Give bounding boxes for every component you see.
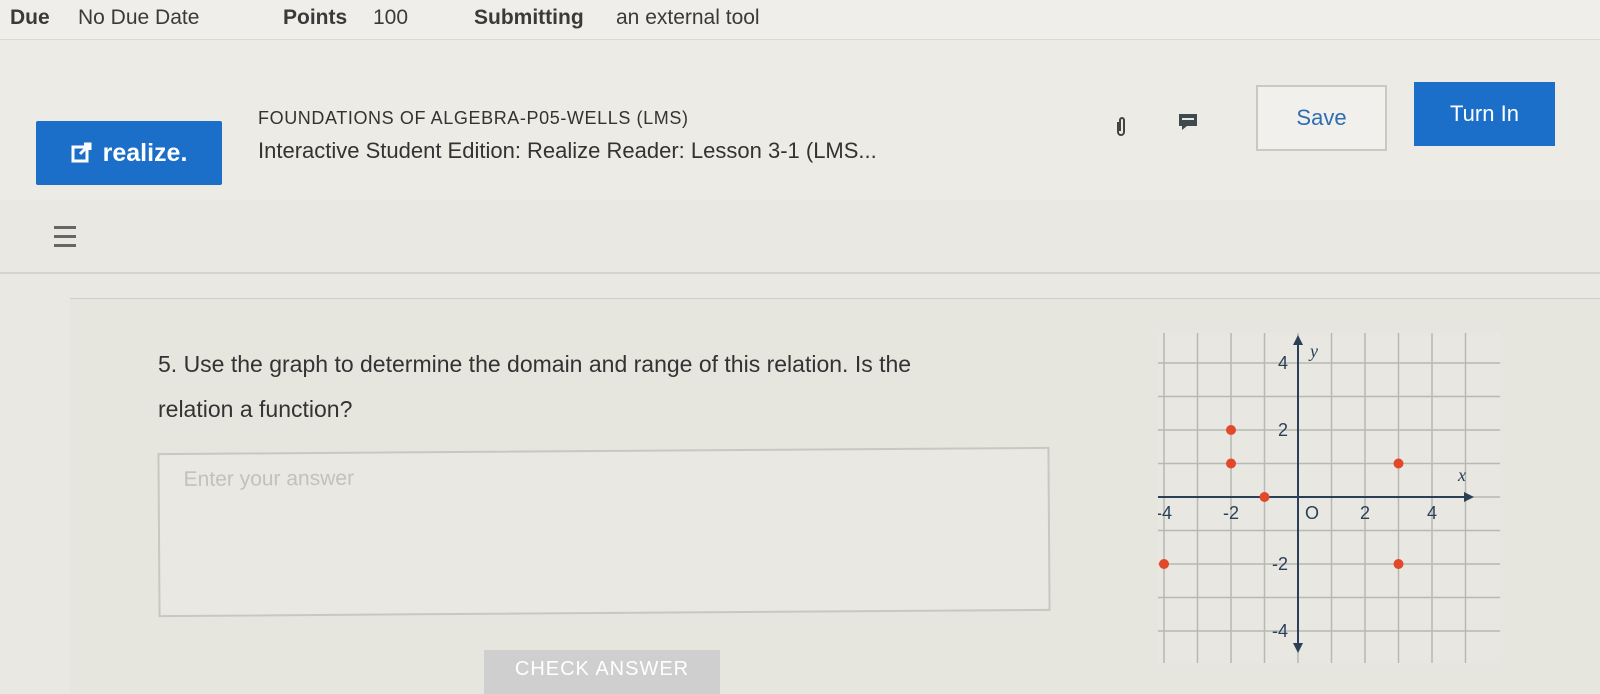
realize-logo-text: realize.	[102, 138, 188, 167]
data-point	[1226, 425, 1236, 435]
hamburger-menu-icon[interactable]	[54, 226, 76, 248]
points-label: Points	[283, 6, 348, 29]
y-tick-label: 4	[1278, 353, 1288, 373]
y-tick-label: 2	[1278, 420, 1288, 440]
due-label: Due	[10, 6, 50, 29]
external-link-icon	[71, 142, 92, 163]
relation-graph: -4 -2 O 2 4 4 2 -2 -4 x y	[1158, 333, 1500, 663]
x-tick-label: 2	[1360, 503, 1370, 523]
paperclip-icon[interactable]	[1114, 116, 1128, 138]
question-text: 5. Use the graph to determine the domain…	[158, 351, 912, 422]
x-tick-label: O	[1305, 503, 1319, 523]
x-tick-label: 4	[1427, 503, 1437, 523]
check-answer-button[interactable]: CHECK ANSWER	[484, 650, 720, 694]
assignment-meta-bar: Due No Due Date Points 100 Submitting an…	[0, 0, 1600, 40]
realize-launch-button[interactable]: realize.	[36, 121, 222, 185]
due-value: No Due Date	[78, 6, 200, 29]
y-tick-label: -4	[1272, 621, 1288, 641]
submitting-value: an external tool	[616, 6, 760, 29]
points-value: 100	[373, 6, 409, 29]
answer-field-container[interactable]	[157, 446, 1051, 618]
submitting-label: Submitting	[474, 6, 584, 29]
data-point	[1159, 559, 1169, 569]
header-divider	[0, 272, 1600, 274]
lesson-title[interactable]: Interactive Student Edition: Realize Rea…	[258, 138, 877, 164]
data-point	[1259, 492, 1270, 502]
turn-in-button[interactable]: Turn In	[1414, 82, 1555, 146]
course-title: FOUNDATIONS OF ALGEBRA-P05-WELLS (LMS)	[258, 108, 689, 128]
x-axis-label: x	[1457, 465, 1466, 485]
comment-icon[interactable]	[1178, 113, 1198, 131]
y-axis-label: y	[1308, 341, 1318, 361]
data-point	[1393, 458, 1404, 469]
y-tick-label: -2	[1272, 554, 1288, 574]
x-tick-label: -2	[1223, 503, 1239, 523]
x-tick-label: -4	[1158, 503, 1172, 523]
data-point	[1393, 559, 1404, 569]
save-button[interactable]: Save	[1256, 85, 1387, 151]
data-point	[1226, 458, 1236, 469]
answer-input[interactable]	[159, 448, 1048, 506]
